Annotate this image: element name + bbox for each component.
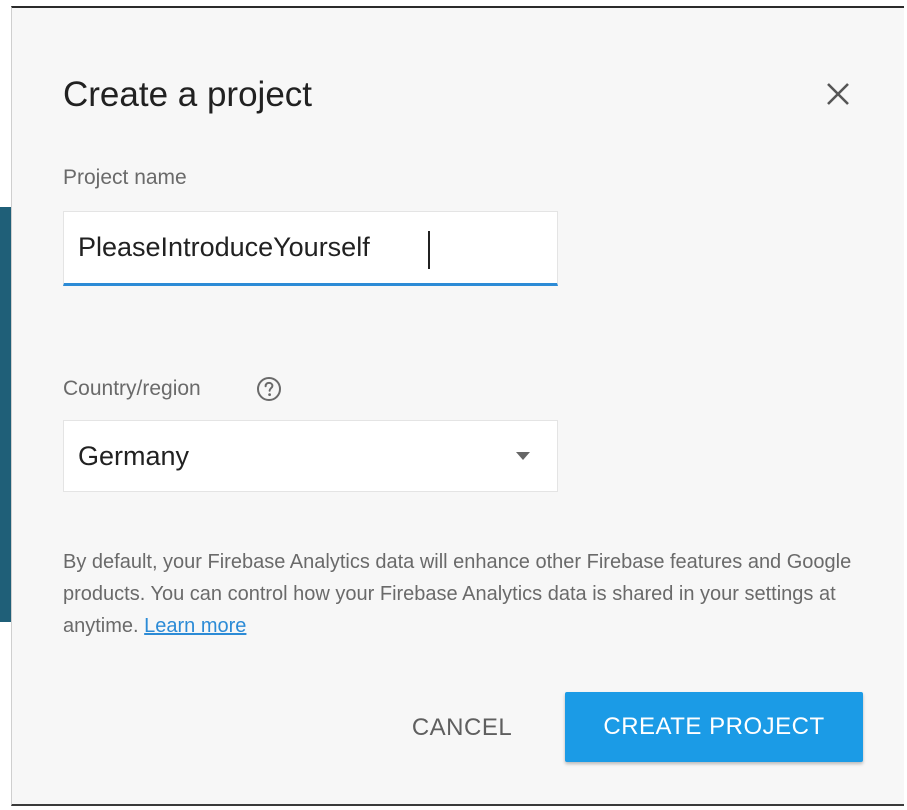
- dialog-title: Create a project: [63, 75, 313, 114]
- chevron-down-icon: [516, 452, 530, 460]
- country-select[interactable]: Germany: [63, 420, 558, 492]
- project-name-label: Project name: [63, 166, 187, 189]
- create-project-button[interactable]: CREATE PROJECT: [565, 692, 863, 762]
- close-icon: [827, 83, 849, 105]
- create-project-dialog: Create a project Project name Country/re…: [11, 6, 904, 806]
- cancel-button[interactable]: CANCEL: [392, 704, 532, 752]
- project-name-field[interactable]: [63, 211, 558, 286]
- background-panel-edge: [0, 207, 11, 622]
- analytics-disclaimer: By default, your Firebase Analytics data…: [63, 546, 873, 642]
- close-button[interactable]: [818, 74, 858, 114]
- country-region-label: Country/region: [63, 377, 201, 400]
- country-selected-value: Germany: [78, 441, 190, 471]
- project-name-input[interactable]: [64, 212, 557, 283]
- help-icon[interactable]: [256, 376, 282, 402]
- learn-more-link[interactable]: Learn more: [144, 615, 246, 637]
- text-cursor: [428, 231, 430, 269]
